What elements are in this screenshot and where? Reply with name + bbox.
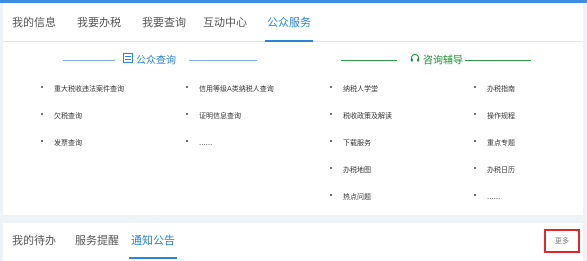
tab-tax-handling[interactable]: 我要办税 (77, 3, 121, 41)
consult-item-tax-map[interactable]: 办税地图 (330, 163, 371, 177)
public-query-item-major-violations[interactable]: 重大税收违法案件查询 (41, 82, 124, 96)
consult-line-left (341, 60, 397, 61)
public-query-line-left (63, 60, 115, 61)
consult-item-more[interactable]: ...... (474, 190, 500, 204)
consult-title: 咨询辅导 (423, 55, 463, 67)
consult-item-key-topics[interactable]: 重点专题 (474, 136, 515, 150)
service-panel: 我的信息 我要办税 我要查询 互动中心 公众服务 公众查询 咨询辅导 重大税收违… (3, 3, 583, 215)
consult-item-taxpayer-school[interactable]: 纳税人学堂 (330, 82, 378, 96)
tab-my-info[interactable]: 我的信息 (12, 3, 56, 41)
consult-item-hot-issues[interactable]: 热点问题 (330, 190, 371, 204)
public-query-item-a-class-taxpayer[interactable]: 信用等级A类纳税人查询 (186, 82, 274, 96)
consult-item-procedures[interactable]: 操作规程 (474, 109, 515, 123)
tab-service-reminder[interactable]: 服务提醒 (75, 223, 119, 259)
consult-item-tax-guide[interactable]: 办税指南 (474, 82, 515, 96)
main-tab-bar: 我的信息 我要办税 我要查询 互动中心 公众服务 (3, 3, 583, 42)
public-query-heading: 公众查询 (123, 53, 176, 67)
tab-query[interactable]: 我要查询 (142, 3, 186, 41)
tab-notices[interactable]: 通知公告 (129, 223, 177, 259)
consult-heading: 咨询辅导 (410, 53, 463, 67)
consult-line-right (465, 60, 531, 61)
consult-item-downloads[interactable]: 下载服务 (330, 136, 371, 150)
public-query-item-arrears[interactable]: 欠税查询 (41, 109, 82, 123)
tab-my-todo[interactable]: 我的待办 (12, 223, 56, 259)
tab-interaction-center[interactable]: 互动中心 (203, 3, 247, 41)
consult-item-tax-calendar[interactable]: 办税日历 (474, 163, 515, 177)
notice-tab-bar: 我的待办 服务提醒 通知公告 (3, 223, 583, 261)
grid-icon (123, 53, 133, 68)
notice-panel: 我的待办 服务提醒 通知公告 (3, 223, 583, 261)
public-query-item-invoice[interactable]: 发票查询 (41, 136, 82, 150)
public-query-title: 公众查询 (136, 55, 176, 67)
consult-item-policy[interactable]: 税收政策及解读 (330, 109, 392, 123)
tab-public-service[interactable]: 公众服务 (265, 3, 313, 42)
public-query-line-right (189, 60, 257, 61)
headset-icon (410, 53, 420, 68)
public-query-item-more[interactable]: ...... (186, 136, 212, 150)
public-query-item-certificate[interactable]: 证明信息查询 (186, 109, 241, 123)
more-link[interactable]: 更多 (544, 229, 580, 253)
